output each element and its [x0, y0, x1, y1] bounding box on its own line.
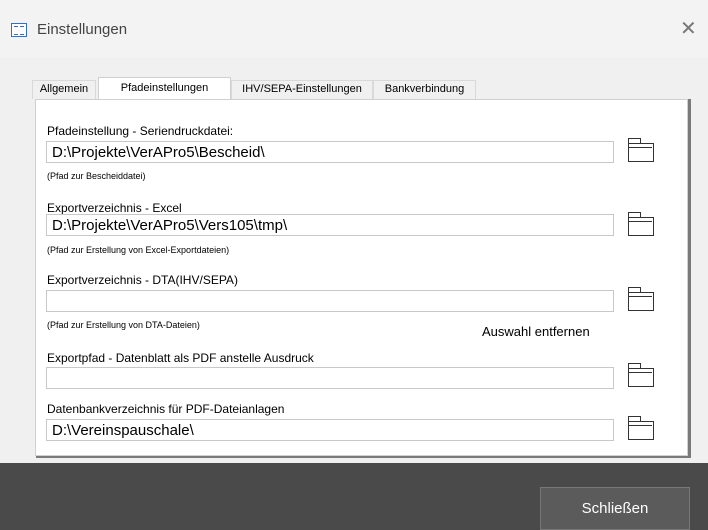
tab-ihv-sepa-einstellungen[interactable]: IHV/SEPA-Einstellungen: [231, 80, 373, 99]
pdf-attachments-label: Datenbankverzeichnis für PDF-Dateianlage…: [47, 402, 285, 416]
folder-icon: [627, 416, 654, 440]
panel-shadow-bottom: [36, 456, 691, 458]
tab-pfadeinstellungen[interactable]: Pfadeinstellungen: [98, 77, 231, 99]
close-button[interactable]: Schließen: [540, 487, 690, 530]
folder-icon: [627, 138, 654, 162]
folder-icon: [627, 363, 654, 387]
folder-icon: [627, 287, 654, 311]
close-icon[interactable]: ✕: [680, 19, 697, 39]
window-title: Einstellungen: [37, 21, 128, 38]
dta-export-label: Exportverzeichnis - DTA(IHV/SEPA): [47, 273, 238, 287]
serienbrief-browse-button[interactable]: [625, 137, 657, 165]
pdf-export-label: Exportpfad - Datenblatt als PDF anstelle…: [47, 351, 314, 365]
panel-shadow-right: [688, 99, 691, 458]
excel-export-hint: (Pfad zur Erstellung von Excel-Exportdat…: [47, 245, 230, 255]
serienbrief-path-label: Pfadeinstellung - Seriendruckdatei:: [47, 124, 234, 138]
excel-export-browse-button[interactable]: [625, 211, 657, 239]
title-bar: Einstellungen ✕: [0, 0, 708, 58]
tab-allgemein[interactable]: Allgemein: [32, 80, 96, 99]
dta-export-browse-button[interactable]: [625, 286, 657, 314]
serienbrief-path-hint: (Pfad zur Bescheiddatei): [47, 171, 146, 181]
pdf-export-input[interactable]: [46, 367, 614, 389]
pdf-attachments-browse-button[interactable]: [625, 415, 657, 443]
dta-export-input[interactable]: [46, 290, 614, 312]
pdf-export-browse-button[interactable]: [625, 362, 657, 390]
excel-export-input[interactable]: [46, 214, 614, 236]
serienbrief-path-input[interactable]: [46, 141, 614, 163]
pdf-attachments-input[interactable]: [46, 419, 614, 441]
folder-icon: [627, 212, 654, 236]
tab-bankverbindung[interactable]: Bankverbindung: [373, 80, 476, 99]
remove-selection-link[interactable]: Auswahl entfernen: [482, 324, 590, 339]
excel-export-label: Exportverzeichnis - Excel: [47, 201, 182, 215]
form-icon: [11, 23, 27, 37]
dta-export-hint: (Pfad zur Erstellung von DTA-Dateien): [47, 320, 200, 330]
